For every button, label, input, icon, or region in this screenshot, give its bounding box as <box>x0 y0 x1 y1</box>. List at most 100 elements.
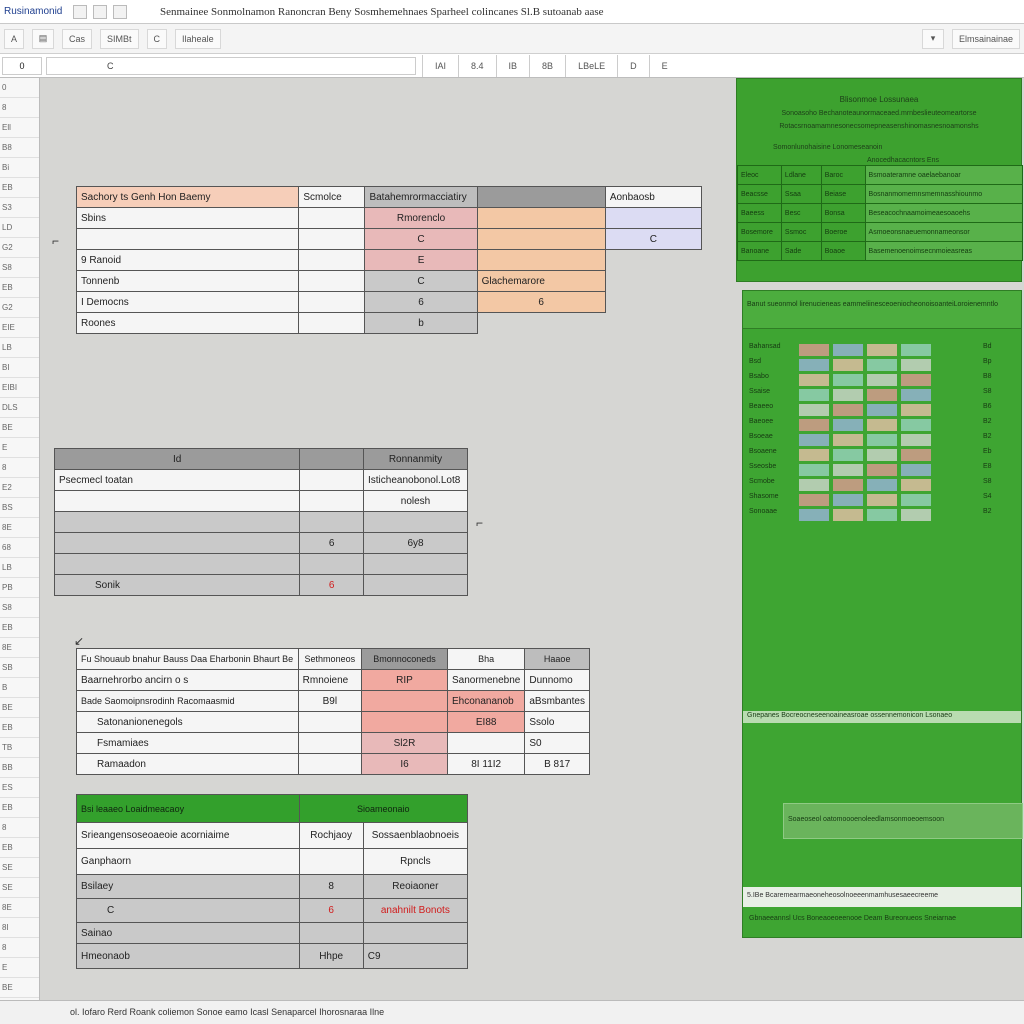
table-cell[interactable] <box>476 207 606 229</box>
table-cell[interactable]: S0 <box>524 732 590 754</box>
table-cell[interactable]: C <box>76 898 300 923</box>
table-cell[interactable]: Beseacochnaamoimeaesoaoehs <box>864 203 1024 223</box>
table-cell[interactable]: Sossaenblaobnoeis <box>362 822 469 849</box>
table-cell[interactable] <box>298 270 366 292</box>
table-cell[interactable]: Rochjaoy <box>298 822 364 849</box>
table-cell[interactable]: Sainao <box>76 922 300 944</box>
list-item[interactable]: Bahansad Bd <box>743 343 1023 357</box>
table-cell[interactable]: Boeroe <box>820 222 866 242</box>
table-cell[interactable] <box>476 249 606 271</box>
list-item[interactable]: Baeoee B2 <box>743 418 1023 432</box>
name-box[interactable]: 0 <box>2 56 42 75</box>
table-cell[interactable]: 6 <box>299 532 364 554</box>
table-cell[interactable]: Baeess <box>737 203 782 223</box>
table-cell[interactable] <box>297 753 363 775</box>
formula-input[interactable]: C <box>46 56 416 75</box>
table-header[interactable]: Haaoe <box>524 648 590 670</box>
table-cell[interactable]: Besc <box>780 203 822 223</box>
row-header[interactable]: S8 <box>0 258 39 278</box>
table-cell[interactable]: 6 <box>364 291 478 313</box>
table-cell[interactable] <box>298 291 366 313</box>
table-cell[interactable]: Asmoeonsnaeuemonnameonsor <box>864 222 1024 242</box>
table-cell[interactable] <box>446 732 526 754</box>
table-cell[interactable]: Fsmamiaes <box>76 732 299 754</box>
table-cell[interactable] <box>53 511 301 533</box>
table-header[interactable]: Bha <box>446 648 526 670</box>
table-cell[interactable]: Beacsse <box>737 184 782 204</box>
table-cell[interactable]: Roones <box>75 312 300 334</box>
table-cell[interactable]: 9 Ranoid <box>75 249 300 271</box>
table-cell[interactable]: Hmeonaob <box>76 943 300 969</box>
row-header[interactable]: PB <box>0 578 39 598</box>
row-header[interactable]: 68 <box>0 538 39 558</box>
table-cell[interactable] <box>75 228 300 250</box>
table-cell[interactable]: Ehconananob <box>446 690 526 712</box>
row-header[interactable]: LB <box>0 558 39 578</box>
table-cell[interactable]: 8 <box>298 874 364 899</box>
row-header[interactable]: EB <box>0 178 39 198</box>
row-header[interactable]: E <box>0 958 39 978</box>
table-cell[interactable]: Basemenoenoimsecnmoieasreas <box>864 241 1024 261</box>
row-header[interactable]: S3 <box>0 198 39 218</box>
table-cell[interactable]: 6 <box>476 291 606 313</box>
table-cell[interactable] <box>363 553 468 575</box>
table-cell[interactable]: Ldlane <box>780 165 822 185</box>
table-cell[interactable]: Rmnoiene <box>297 669 363 691</box>
table-cell[interactable]: Banoane <box>737 241 782 261</box>
row-header[interactable]: E2 <box>0 478 39 498</box>
table-cell[interactable] <box>361 690 448 712</box>
table-cell[interactable]: Eleoc <box>737 165 782 185</box>
tab-5[interactable]: LBeLE <box>565 54 617 77</box>
row-header[interactable]: 8 <box>0 458 39 478</box>
table-cell[interactable]: Beiase <box>820 184 866 204</box>
ribbon-item-4[interactable]: C <box>146 28 168 49</box>
table-cell[interactable] <box>476 228 606 250</box>
list-item[interactable]: Bsoeae B2 <box>743 433 1023 447</box>
tab-6[interactable]: D <box>617 54 649 77</box>
table-cell[interactable]: 6y8 <box>363 532 468 554</box>
row-header[interactable]: EB <box>0 278 39 298</box>
row-header[interactable]: SE <box>0 858 39 878</box>
table-header[interactable]: Aonbaosb <box>604 186 703 208</box>
table-cell[interactable]: Hhpe <box>298 943 364 969</box>
row-header[interactable]: S8 <box>0 598 39 618</box>
table-cell[interactable] <box>361 711 448 733</box>
row-header[interactable]: BS <box>0 498 39 518</box>
row-header[interactable]: 8E <box>0 898 39 918</box>
row-header[interactable]: EB <box>0 798 39 818</box>
table-cell[interactable] <box>299 553 364 575</box>
table-cell[interactable]: Baroc <box>820 165 866 185</box>
table-header[interactable]: Bmonnoconeds <box>361 648 448 670</box>
table-cell[interactable]: Sl2R <box>361 732 448 754</box>
table-cell[interactable] <box>299 490 364 512</box>
table-cell[interactable]: Sonik <box>53 574 301 596</box>
table-cell[interactable] <box>298 312 366 334</box>
row-header[interactable]: EB <box>0 838 39 858</box>
row-header[interactable]: Ell <box>0 118 39 138</box>
ribbon-item-5[interactable]: Ilaheale <box>175 28 221 49</box>
table-cell[interactable]: anahnilt Bonots <box>362 898 469 923</box>
tab-4[interactable]: 8B <box>529 54 565 77</box>
ribbon-item-2[interactable]: Cas <box>62 28 93 49</box>
row-header[interactable]: BE <box>0 418 39 438</box>
table-cell[interactable]: Psecmecl toatan <box>53 469 301 491</box>
list-item[interactable]: Sseosbe E8 <box>743 463 1023 477</box>
table-cell[interactable]: aBsmbantes <box>524 690 590 712</box>
row-header[interactable]: B <box>0 678 39 698</box>
table-cell[interactable]: Isticheanobonol.Lot8 <box>363 469 468 491</box>
table-header[interactable]: Scmolce <box>298 186 366 208</box>
table-cell[interactable] <box>297 711 363 733</box>
row-header[interactable]: 8 <box>0 818 39 838</box>
table-cell[interactable]: Reoiaoner <box>362 874 469 899</box>
table-cell[interactable]: 6 <box>298 898 364 923</box>
row-header[interactable]: EB <box>0 618 39 638</box>
table-cell[interactable] <box>298 848 364 875</box>
table-cell[interactable]: B9l <box>297 690 363 712</box>
table-header[interactable] <box>299 448 364 470</box>
list-item[interactable]: Ssaise S8 <box>743 388 1023 402</box>
table-cell[interactable]: Ssmoc <box>780 222 822 242</box>
table-cell[interactable]: Tonnenb <box>75 270 300 292</box>
table-cell[interactable]: Bosnanmomemnsmemnasshiounmo <box>864 184 1024 204</box>
table-cell[interactable]: EI88 <box>446 711 526 733</box>
table-cell[interactable]: b <box>364 312 478 334</box>
